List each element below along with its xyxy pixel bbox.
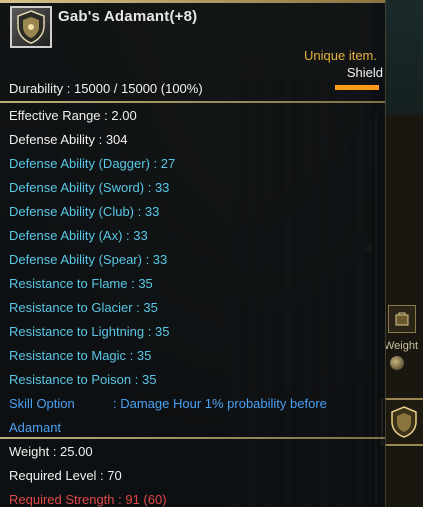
stat-line: Resistance to Flame : 35 xyxy=(9,276,153,291)
durability-bar xyxy=(335,85,379,90)
skill-option: Skill Option : Damage Hour 1% probabilit… xyxy=(9,396,379,411)
shield-icon xyxy=(391,406,417,438)
skill-option-label: Skill Option xyxy=(9,396,75,411)
stat-line: Defense Ability (Club) : 33 xyxy=(9,204,160,219)
stat-line: Resistance to Lightning : 35 xyxy=(9,324,170,339)
required-level-text: Required Level : 70 xyxy=(9,468,122,483)
stat-line: Effective Range : 2.00 xyxy=(9,108,137,123)
orb-icon[interactable] xyxy=(390,356,404,370)
durability-bar-fill xyxy=(335,85,379,90)
item-rarity: Unique item. xyxy=(304,48,377,63)
durability-text: Durability : 15000 / 15000 (100%) xyxy=(9,81,203,96)
stat-line: Resistance to Magic : 35 xyxy=(9,348,152,363)
item-tooltip: Gab's Adamant(+8) Unique item. Shield Du… xyxy=(0,0,386,507)
stat-line: Resistance to Poison : 35 xyxy=(9,372,157,387)
stat-line: Defense Ability (Spear) : 33 xyxy=(9,252,168,267)
bag-icon[interactable] xyxy=(388,305,416,333)
skill-option-value: : Damage Hour 1% probability before xyxy=(113,396,327,411)
shield-icon xyxy=(17,10,45,44)
weight-text: Weight : 25.00 xyxy=(9,444,93,459)
item-name: Gab's Adamant(+8) xyxy=(58,8,198,25)
stat-line: Defense Ability : 304 xyxy=(9,132,128,147)
tooltip-top-border xyxy=(0,0,385,3)
item-type: Shield xyxy=(346,65,383,80)
stat-line: Resistance to Glacier : 35 xyxy=(9,300,158,315)
side-weight-label: Weight xyxy=(384,340,419,352)
divider xyxy=(0,101,385,103)
skill-option-continuation: Adamant xyxy=(9,420,62,435)
divider xyxy=(0,437,385,439)
required-strength-text: Required Strength : 91 (60) xyxy=(9,492,167,507)
stat-line: Defense Ability (Ax) : 33 xyxy=(9,228,148,243)
stat-line: Defense Ability (Dagger) : 27 xyxy=(9,156,176,171)
stat-line: Defense Ability (Sword) : 33 xyxy=(9,180,170,195)
side-item-slot[interactable] xyxy=(381,398,423,446)
item-icon-frame xyxy=(10,6,52,48)
